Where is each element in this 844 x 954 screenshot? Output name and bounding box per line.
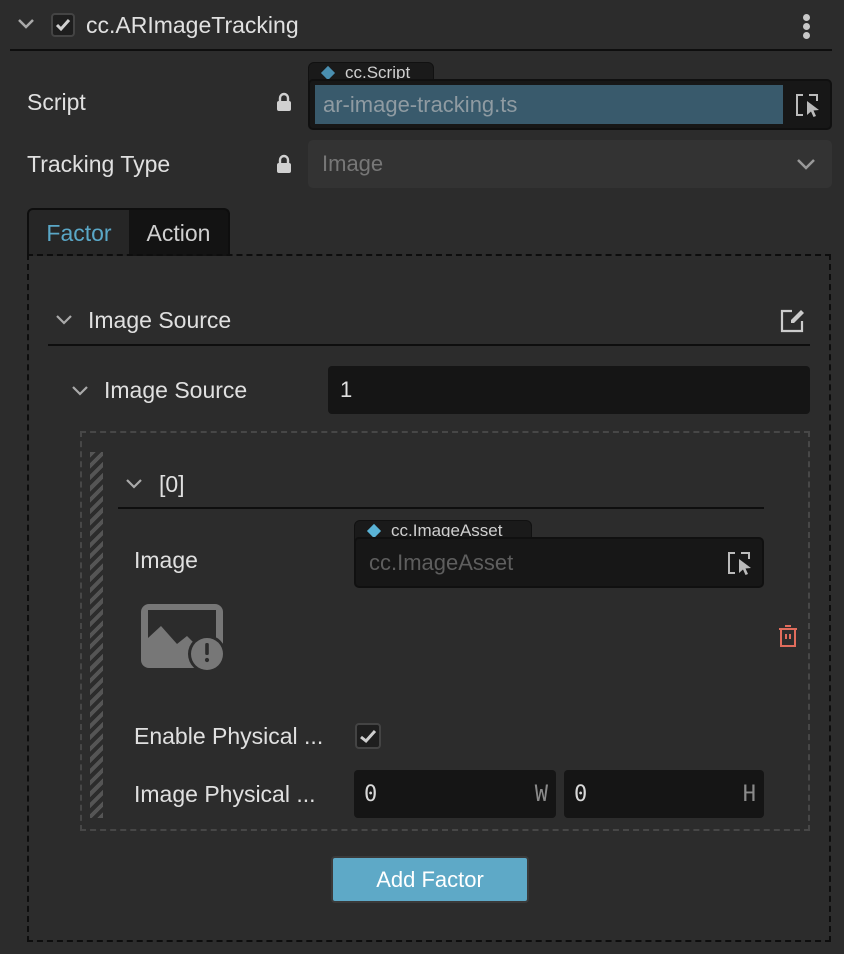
tracking-type-value: Image bbox=[322, 151, 384, 176]
image-asset-field[interactable]: cc.ImageAsset bbox=[354, 537, 764, 588]
physical-width-input[interactable]: 0 W bbox=[354, 770, 556, 818]
item-divider bbox=[118, 507, 764, 509]
lock-icon bbox=[276, 154, 292, 174]
script-value[interactable]: ar-image-tracking.ts bbox=[315, 85, 783, 124]
script-asset-field[interactable]: ar-image-tracking.ts bbox=[308, 79, 832, 130]
tracking-type-label: Tracking Type bbox=[27, 151, 171, 177]
enable-physical-size-label: Enable Physical ... bbox=[134, 723, 324, 749]
component-title: cc.ARImageTracking bbox=[86, 12, 299, 38]
physical-height-value: 0 bbox=[574, 781, 588, 807]
physical-height-input[interactable]: 0 H bbox=[564, 770, 764, 818]
checkmark-icon bbox=[55, 19, 71, 32]
script-label: Script bbox=[27, 89, 86, 115]
image-asset-placeholder: cc.ImageAsset bbox=[369, 550, 514, 575]
component-enabled-checkbox[interactable] bbox=[51, 13, 75, 37]
missing-image-icon bbox=[139, 602, 229, 674]
asset-picker-icon[interactable] bbox=[795, 93, 821, 117]
array-count-input[interactable]: 1 bbox=[328, 366, 810, 414]
image-physical-size-label: Image Physical ... bbox=[134, 781, 316, 807]
array-chevron-icon[interactable] bbox=[71, 385, 89, 397]
asset-diamond-icon bbox=[320, 65, 336, 81]
section-divider bbox=[48, 344, 810, 346]
edit-external-icon[interactable] bbox=[780, 308, 806, 339]
header-divider bbox=[10, 49, 832, 51]
tab-bar: Factor Action bbox=[27, 208, 230, 256]
chevron-down-icon bbox=[797, 159, 815, 170]
array-label: Image Source bbox=[104, 377, 248, 403]
image-label: Image bbox=[134, 547, 198, 573]
enable-physical-size-checkbox[interactable] bbox=[355, 723, 381, 749]
width-axis-label: W bbox=[534, 781, 548, 807]
kebab-menu-icon[interactable] bbox=[798, 12, 814, 40]
delete-item-icon[interactable] bbox=[776, 624, 800, 648]
asset-diamond-icon bbox=[366, 523, 382, 539]
tracking-type-select[interactable]: Image bbox=[308, 140, 832, 188]
lock-icon bbox=[276, 92, 292, 112]
item-chevron-icon[interactable] bbox=[125, 478, 143, 490]
physical-width-value: 0 bbox=[364, 781, 378, 807]
checkmark-icon bbox=[360, 729, 377, 743]
collapse-chevron-icon[interactable] bbox=[16, 17, 36, 31]
height-axis-label: H bbox=[742, 781, 756, 807]
drag-handle[interactable] bbox=[90, 452, 103, 818]
section-chevron-icon[interactable] bbox=[55, 314, 73, 326]
tab-action[interactable]: Action bbox=[129, 210, 228, 256]
section-title: Image Source bbox=[88, 307, 232, 333]
tab-factor[interactable]: Factor bbox=[29, 210, 129, 256]
add-factor-button[interactable]: Add Factor bbox=[331, 856, 529, 903]
asset-picker-icon[interactable] bbox=[727, 551, 753, 575]
item-index-label: [0] bbox=[159, 471, 185, 497]
